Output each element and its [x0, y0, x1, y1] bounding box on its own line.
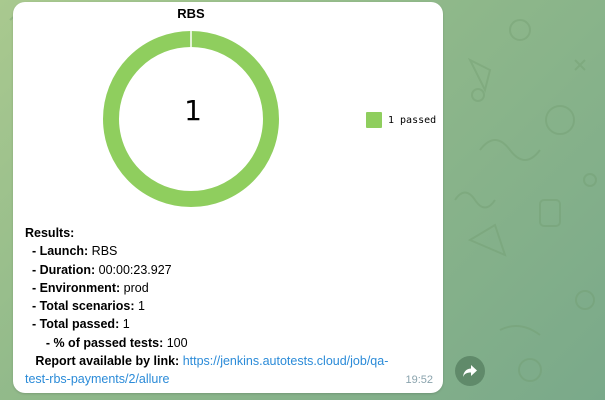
message-timestamp: 19:52: [405, 374, 433, 386]
result-line-total-passed: - Total passed: 1: [25, 317, 130, 332]
result-line-total-scenarios: - Total scenarios: 1: [25, 299, 145, 314]
report-line: Report available by link: https://jenkin…: [25, 354, 389, 369]
legend-swatch-passed: [366, 112, 382, 128]
message-bubble: RBS 1 1 passed Results: - Launch: RBS - …: [13, 2, 443, 393]
report-link-continued[interactable]: test-rbs-payments/2/allure: [25, 372, 170, 386]
results-heading: Results:: [25, 226, 75, 240]
donut-center-value: 1: [184, 94, 202, 127]
share-arrow-icon: [463, 365, 477, 377]
result-line-duration: - Duration: 00:00:23.927: [25, 262, 172, 277]
legend-label-passed: 1 passed: [388, 114, 437, 126]
result-line-launch: - Launch: RBS: [25, 244, 118, 259]
share-button[interactable]: [455, 356, 485, 386]
result-line-percent-passed: - % of passed tests: 100: [25, 335, 188, 350]
result-line-environment: - Environment: prod: [25, 280, 149, 295]
results-text: Results: - Launch: RBS - Duration: 00:00…: [25, 224, 435, 389]
chart-legend: 1 passed: [366, 112, 436, 128]
donut-chart: RBS 1 1 passed: [13, 2, 443, 217]
report-link[interactable]: https://jenkins.autotests.cloud/job/qa-: [183, 354, 389, 368]
